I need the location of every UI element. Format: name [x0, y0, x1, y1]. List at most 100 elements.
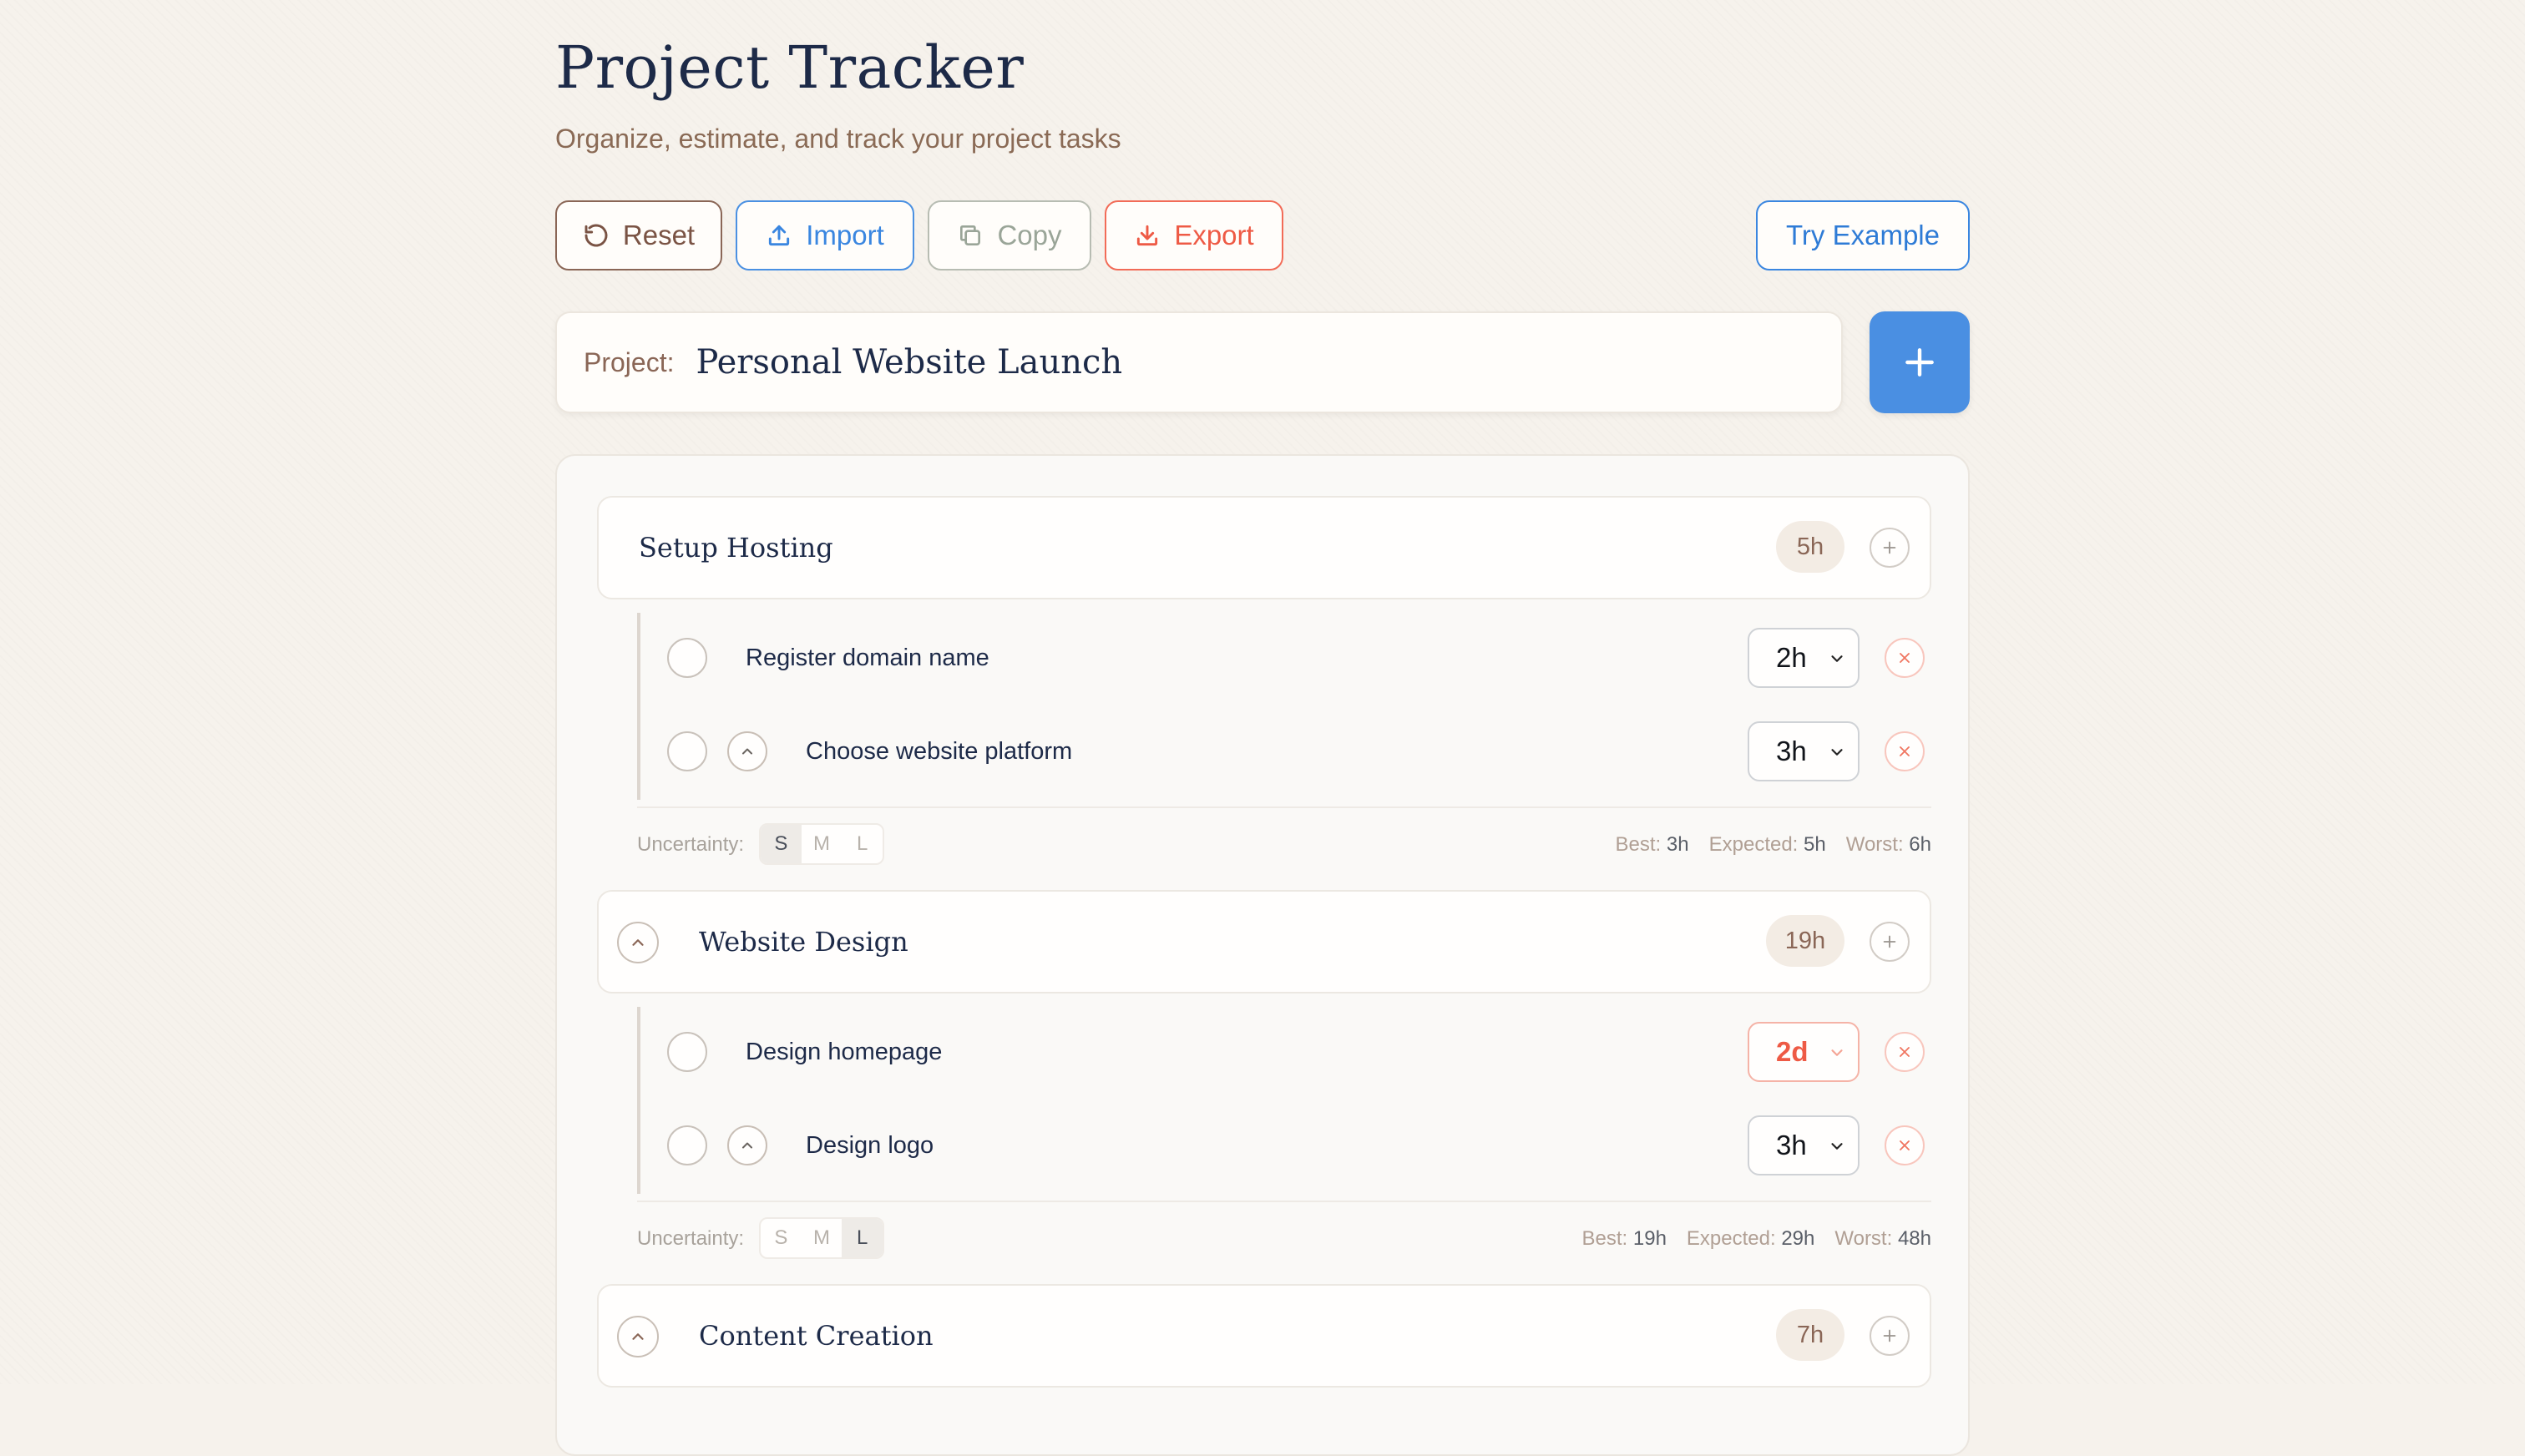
- group-hours-badge: 19h: [1766, 915, 1844, 967]
- chevron-down-icon: [1831, 1143, 1843, 1150]
- project-name-field[interactable]: Project: Personal Website Launch: [555, 311, 1843, 413]
- uncertainty-option-l[interactable]: L: [842, 1219, 883, 1257]
- best-label: Best:: [1615, 833, 1662, 856]
- expected-value: 29h: [1781, 1227, 1815, 1250]
- group-header-setup-hosting[interactable]: Setup Hosting 5h: [597, 496, 1931, 599]
- plus-icon: [1905, 348, 1934, 377]
- task-name[interactable]: Design logo: [806, 1112, 934, 1179]
- task-name[interactable]: Choose website platform: [806, 718, 1072, 785]
- task-row: Design logo 3h: [637, 1112, 1931, 1179]
- worst-label: Worst:: [1834, 1227, 1893, 1250]
- group-header-website-design[interactable]: Website Design 19h: [597, 890, 1931, 993]
- task-checkbox[interactable]: [667, 1032, 707, 1072]
- export-button[interactable]: Export: [1105, 200, 1283, 270]
- try-example-label: Try Example: [1786, 220, 1940, 250]
- task-panel: Setup Hosting 5h Register domain name 2h: [555, 454, 1970, 1456]
- best-value: 19h: [1632, 1227, 1667, 1250]
- group-title[interactable]: Website Design: [699, 892, 908, 992]
- uncertainty-row: Uncertainty: S M L Best: 3h Expected: 5h…: [637, 823, 1931, 867]
- project-label: Project:: [584, 346, 675, 377]
- chevron-down-icon: [1831, 749, 1843, 756]
- remove-task-button[interactable]: [1885, 731, 1925, 771]
- uncertainty-option-m[interactable]: M: [802, 1219, 843, 1257]
- copy-label: Copy: [997, 220, 1062, 250]
- estimate-value: 2d: [1776, 1036, 1809, 1067]
- plus-icon: [1883, 935, 1896, 948]
- worst-value: 48h: [1897, 1227, 1931, 1250]
- reset-button[interactable]: Reset: [555, 200, 722, 270]
- task-collapse-button[interactable]: [727, 1125, 767, 1165]
- add-task-button[interactable]: [1870, 528, 1910, 568]
- toolbar: Reset Import Copy Export Try Example: [555, 200, 1970, 270]
- export-label: Export: [1174, 220, 1254, 250]
- chevron-up-icon: [742, 1142, 752, 1149]
- download-icon: [1137, 225, 1158, 246]
- uncertainty-label: Uncertainty:: [637, 1227, 745, 1250]
- x-icon: [1900, 1047, 1910, 1057]
- task-name[interactable]: Design homepage: [746, 1019, 942, 1085]
- estimate-stats: Best: 19h Expected: 29h Worst: 48h: [1582, 1217, 1932, 1261]
- expected-label: Expected:: [1708, 833, 1799, 856]
- worst-label: Worst:: [1845, 833, 1904, 856]
- remove-task-button[interactable]: [1885, 1125, 1925, 1165]
- rotate-ccw-icon: [584, 224, 608, 247]
- chevron-down-icon: [1831, 655, 1843, 662]
- task-collapse-button[interactable]: [727, 731, 767, 771]
- group-collapse-button[interactable]: [617, 1316, 659, 1357]
- task-checkbox[interactable]: [667, 638, 707, 678]
- uncertainty-option-s[interactable]: S: [761, 825, 802, 863]
- remove-task-button[interactable]: [1885, 1032, 1925, 1072]
- estimate-select[interactable]: 3h: [1748, 721, 1860, 781]
- uncertainty-selector[interactable]: S M L: [759, 823, 884, 865]
- estimate-value: 3h: [1776, 1130, 1807, 1160]
- add-task-button[interactable]: [1870, 1316, 1910, 1356]
- copy-button[interactable]: Copy: [928, 200, 1091, 270]
- estimate-select[interactable]: 3h: [1748, 1115, 1860, 1175]
- page-title: Project Tracker: [555, 33, 1025, 102]
- task-name[interactable]: Register domain name: [746, 624, 989, 691]
- best-value: 3h: [1666, 833, 1689, 856]
- plus-icon: [1883, 1329, 1896, 1342]
- uncertainty-option-s[interactable]: S: [761, 1219, 802, 1257]
- chevron-up-icon: [632, 939, 644, 946]
- project-name[interactable]: Personal Website Launch: [696, 343, 1122, 382]
- task-row: Design homepage 2d: [637, 1019, 1931, 1085]
- import-label: Import: [806, 220, 884, 250]
- estimate-value: 3h: [1776, 736, 1807, 766]
- chevron-up-icon: [742, 748, 752, 755]
- plus-icon: [1883, 541, 1896, 554]
- group-hours-badge: 7h: [1776, 1309, 1844, 1361]
- group-title[interactable]: Setup Hosting: [639, 498, 833, 598]
- uncertainty-option-m[interactable]: M: [802, 825, 843, 863]
- upload-icon: [769, 225, 790, 246]
- page-subtitle: Organize, estimate, and track your proje…: [555, 124, 1121, 154]
- estimate-select[interactable]: 2d: [1748, 1022, 1860, 1082]
- chevron-down-icon: [1831, 1049, 1843, 1056]
- uncertainty-row: Uncertainty: S M L Best: 19h Expected: 2…: [637, 1217, 1931, 1261]
- x-icon: [1900, 746, 1910, 756]
- group-collapse-button[interactable]: [617, 922, 659, 963]
- task-row: Choose website platform 3h: [637, 718, 1931, 785]
- group-hours-badge: 5h: [1776, 521, 1844, 573]
- group-header-content-creation[interactable]: Content Creation 7h: [597, 1284, 1931, 1388]
- try-example-button[interactable]: Try Example: [1756, 200, 1970, 270]
- estimate-stats: Best: 3h Expected: 5h Worst: 6h: [1616, 823, 1931, 867]
- add-task-button[interactable]: [1870, 922, 1910, 962]
- group-title[interactable]: Content Creation: [699, 1286, 934, 1386]
- add-group-button[interactable]: [1870, 311, 1970, 413]
- import-button[interactable]: Import: [736, 200, 914, 270]
- estimate-select[interactable]: 2h: [1748, 628, 1860, 688]
- divider: [637, 1201, 1931, 1202]
- expected-value: 5h: [1804, 833, 1826, 856]
- x-icon: [1900, 653, 1910, 663]
- reset-label: Reset: [622, 220, 696, 250]
- uncertainty-label: Uncertainty:: [637, 833, 745, 856]
- uncertainty-option-l[interactable]: L: [842, 825, 883, 863]
- remove-task-button[interactable]: [1885, 638, 1925, 678]
- worst-value: 6h: [1909, 833, 1931, 856]
- task-row: Register domain name 2h: [637, 624, 1931, 691]
- task-checkbox[interactable]: [667, 1125, 707, 1165]
- uncertainty-selector[interactable]: S M L: [759, 1217, 884, 1259]
- chevron-up-icon: [632, 1333, 644, 1340]
- task-checkbox[interactable]: [667, 731, 707, 771]
